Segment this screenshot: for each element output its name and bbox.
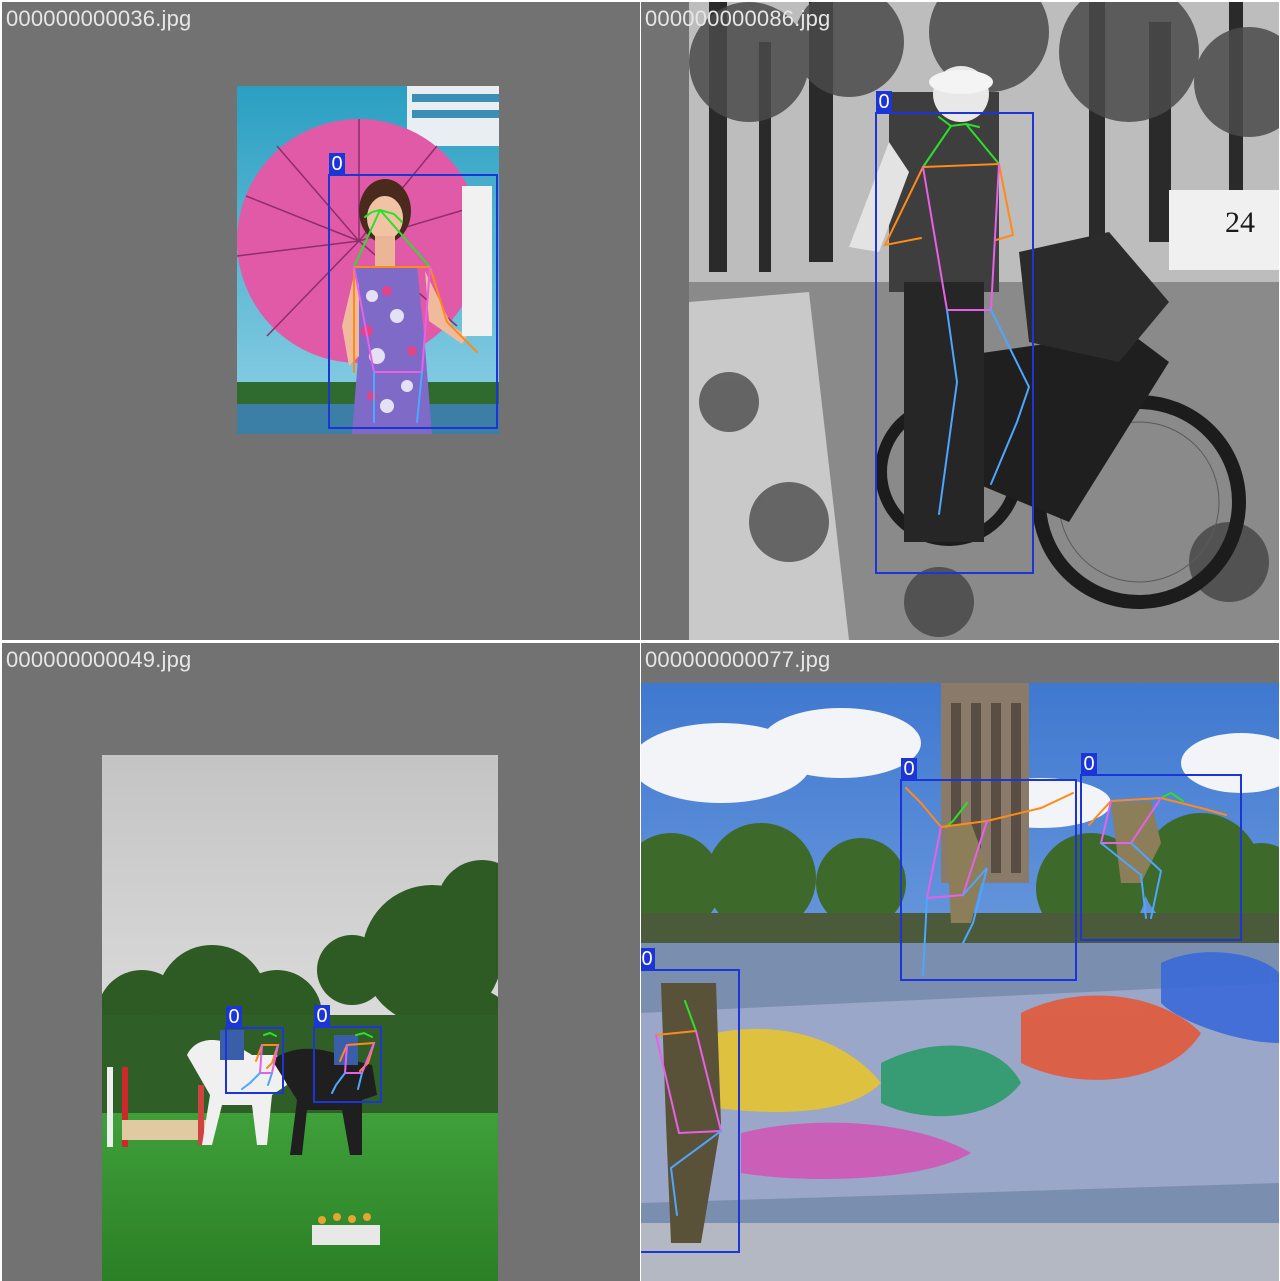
pose-overlay: [225, 1005, 382, 1103]
face-skeleton: [684, 1000, 697, 1032]
arm-skeleton: [905, 787, 1074, 829]
class-label: 0: [641, 948, 653, 970]
detection-box: [875, 112, 1034, 574]
tile-horses: 0 0 000000000049.jpg: [2, 643, 640, 1281]
leg-skeleton: [938, 309, 959, 515]
torso-skeleton: [925, 820, 988, 900]
leg-skeleton: [669, 1130, 722, 1216]
class-label: 0: [1083, 753, 1095, 775]
leg-skeleton: [1100, 842, 1147, 919]
torso-skeleton: [353, 266, 431, 373]
tile-umbrella: 0 000000000036.jpg: [2, 2, 640, 640]
face-skeleton: [938, 116, 980, 128]
class-label: 0: [316, 1005, 328, 1027]
tile-motorcycle: 24 0 000000000086.jpg: [641, 2, 1279, 640]
leg-skeleton: [922, 897, 928, 976]
torso-skeleton: [655, 1030, 723, 1135]
detection-box: [313, 1026, 382, 1103]
torso-skeleton: [922, 163, 1000, 311]
leg-skeleton: [241, 1072, 261, 1090]
tile-skatepark: 0 0 0 000000000077.jpg: [641, 643, 1279, 1281]
face-skeleton: [364, 208, 403, 223]
filename-label: 000000000049.jpg: [6, 647, 192, 672]
torso-skeleton: [258, 1044, 279, 1074]
class-label: 0: [331, 153, 343, 175]
face-skeleton: [263, 1031, 277, 1037]
filename-label: 000000000036.jpg: [6, 6, 192, 31]
arm-skeleton: [922, 162, 1015, 241]
torso-skeleton: [1099, 797, 1162, 844]
filename-label: 000000000077.jpg: [645, 647, 831, 672]
leg-skeleton: [331, 1072, 346, 1094]
filename-label: 000000000086.jpg: [645, 6, 831, 31]
pose-overlay: [641, 753, 1242, 1253]
class-label: 0: [228, 1006, 240, 1028]
image-mosaic: 0 000000000036.jpg 24 0 000000000086.jpg…: [0, 0, 1280, 1281]
class-label: 0: [903, 758, 915, 780]
pose-overlay: [875, 91, 1034, 574]
arm-skeleton: [655, 1030, 697, 1036]
pose-overlay: [328, 153, 498, 429]
face-skeleton: [355, 1031, 373, 1038]
class-label: 0: [878, 91, 890, 113]
arm-skeleton: [346, 1041, 376, 1072]
